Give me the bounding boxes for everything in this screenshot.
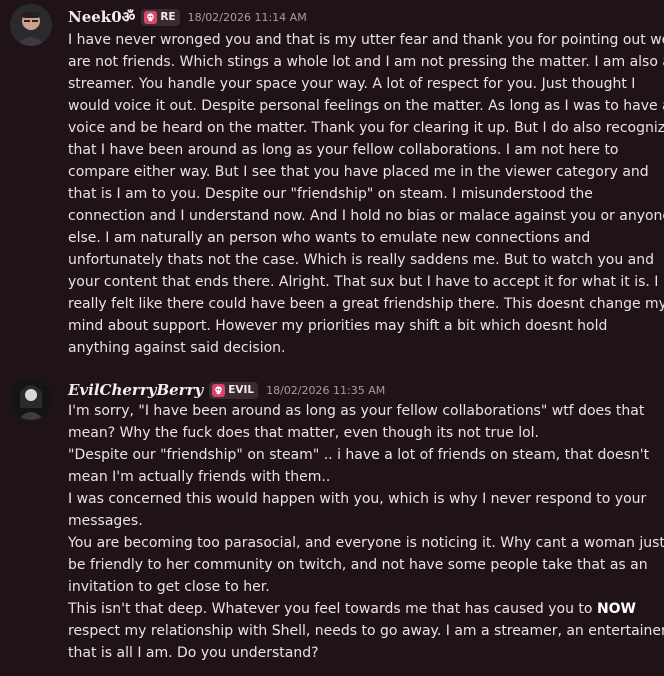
- message-text: This isn't that deep. Whatever you feel …: [68, 601, 597, 617]
- server-tag[interactable]: EVIL: [209, 381, 259, 399]
- message-line: I was concerned this would happen with y…: [68, 491, 647, 507]
- message-line: mean I'm actually friends with them..: [68, 469, 331, 485]
- skull-icon: [144, 10, 158, 24]
- message-line: "Despite our "friendship" on steam" .. i…: [68, 447, 650, 463]
- avatar-image: [10, 378, 52, 420]
- message-line: your content that ends there. Alright. T…: [68, 274, 659, 290]
- message-neek: Neek0ॐ RE 18/02/2026 11:14 AM I have nev…: [0, 0, 664, 370]
- message-line: respect my relationship with Shell, need…: [68, 623, 664, 639]
- message-line: that is I am to you. Despite our "friend…: [68, 186, 593, 202]
- message-line: invitation to get close to her.: [68, 579, 270, 595]
- avatar[interactable]: [10, 4, 52, 46]
- message-line: This isn't that deep. Whatever you feel …: [68, 598, 658, 620]
- message-line: anything against said decision.: [68, 340, 286, 356]
- username[interactable]: EvilCherryBerry: [68, 381, 203, 399]
- message-content: I have never wronged you and that is my …: [68, 29, 664, 359]
- message-line: else. I am naturally an person who wants…: [68, 230, 591, 246]
- message-line: You are becoming too parasocial, and eve…: [68, 535, 664, 551]
- server-tag[interactable]: RE: [141, 8, 180, 26]
- username[interactable]: Neek0ॐ: [68, 7, 135, 27]
- message-line: messages.: [68, 513, 143, 529]
- message-line: that is all I am. Do you understand?: [68, 645, 319, 661]
- timestamp[interactable]: 18/02/2026 11:14 AM: [188, 11, 307, 24]
- message-line: I'm sorry, "I have been around as long a…: [68, 403, 645, 419]
- message-line: I have never wronged you and that is my …: [68, 32, 664, 48]
- message-evilcherryberry: EvilCherryBerry EVIL 18/02/2026 11:35 AM…: [0, 370, 664, 676]
- message-header: Neek0ॐ RE 18/02/2026 11:14 AM: [68, 7, 307, 27]
- message-line: compare either way. But I see that you h…: [68, 164, 649, 180]
- message-line: are not friends. Which stings a whole lo…: [68, 54, 664, 70]
- message-content: I'm sorry, "I have been around as long a…: [68, 400, 664, 664]
- message-line: mean? Why the fuck does that matter, eve…: [68, 425, 539, 441]
- chat-log: Neek0ॐ RE 18/02/2026 11:14 AM I have nev…: [0, 0, 664, 676]
- server-tag-label: EVIL: [228, 384, 255, 396]
- avatar-image: [10, 4, 52, 46]
- avatar[interactable]: [10, 378, 52, 420]
- message-line: streamer. You handle your space your way…: [68, 76, 636, 92]
- message-line: mind about support. However my prioritie…: [68, 318, 608, 334]
- message-line: really felt like there could have been a…: [68, 296, 664, 312]
- message-line: voice and be heard on the matter. Thank …: [68, 120, 664, 136]
- skull-icon: [212, 383, 226, 397]
- bold-text: NOW: [596, 601, 636, 617]
- timestamp[interactable]: 18/02/2026 11:35 AM: [266, 384, 385, 397]
- message-line: be friendly to her community on twitch, …: [68, 557, 648, 573]
- message-header: EvilCherryBerry EVIL 18/02/2026 11:35 AM: [68, 380, 385, 400]
- message-line: connection and I understand now. And I h…: [68, 208, 664, 224]
- server-tag-label: RE: [160, 11, 176, 23]
- message-line: would voice it out. Despite personal fee…: [68, 98, 664, 114]
- message-line: that I have been around as long as your …: [68, 142, 619, 158]
- message-line: unfortunately thats not the case. Which …: [68, 252, 655, 268]
